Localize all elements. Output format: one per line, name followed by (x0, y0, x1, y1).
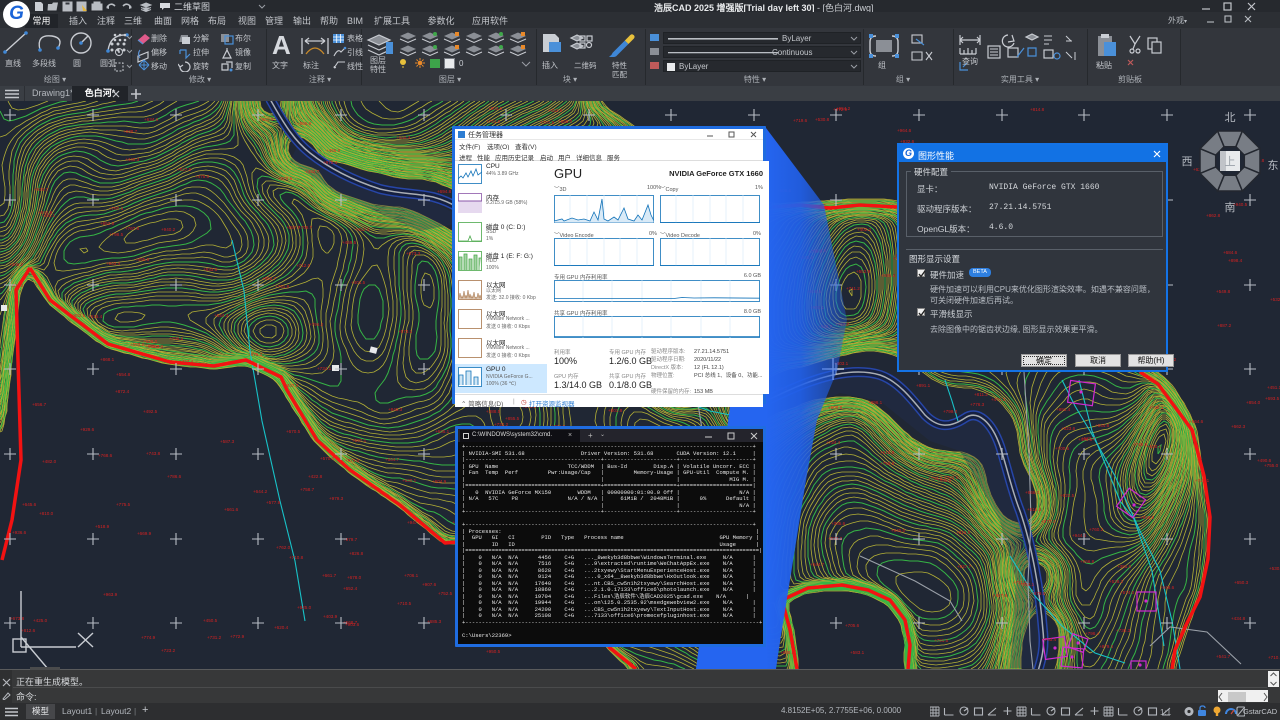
svg-text:1:1: 1:1 (1160, 708, 1172, 717)
svg-text:二维草图: 二维草图 (174, 1, 210, 12)
